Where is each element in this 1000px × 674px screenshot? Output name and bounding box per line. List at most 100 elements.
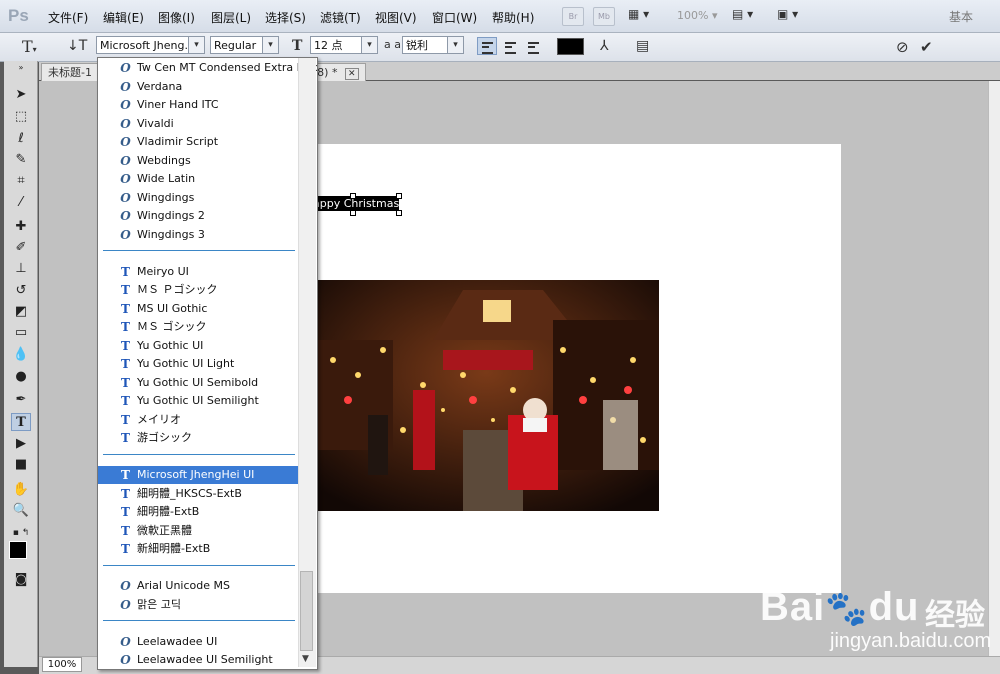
font-list-item[interactable]: T Yu Gothic UI Light: [98, 355, 299, 373]
font-list-item[interactable]: T Meiryo UI: [98, 263, 299, 281]
font-list-item[interactable]: T 新細明體-ExtB: [98, 540, 299, 558]
menu-help[interactable]: 帮助(H): [492, 9, 534, 26]
chevron-down-icon[interactable]: ▾: [361, 37, 377, 53]
menu-filter[interactable]: 滤镜(T): [320, 9, 361, 26]
font-list-item[interactable]: T ＭＳ ゴシック: [98, 318, 299, 336]
cancel-edit-icon[interactable]: ⊘: [896, 38, 909, 56]
menu-edit[interactable]: 编辑(E): [103, 9, 144, 26]
text-handle[interactable]: [350, 210, 356, 216]
clone-stamp-tool-icon[interactable]: ⊥: [11, 260, 31, 278]
eraser-tool-icon[interactable]: ◩: [11, 303, 31, 321]
font-list-item[interactable]: O Wingdings: [98, 189, 299, 207]
font-size-select[interactable]: 12 点 ▾: [310, 36, 378, 54]
zoom-field[interactable]: 100%: [42, 657, 82, 672]
font-list-item[interactable]: O Webdings: [98, 152, 299, 170]
chevron-down-icon[interactable]: ▾: [262, 37, 278, 53]
align-right-button[interactable]: [523, 37, 543, 55]
font-list-item[interactable]: O Verdana: [98, 78, 299, 96]
font-list-item[interactable]: T Yu Gothic UI: [98, 337, 299, 355]
font-list-item[interactable]: O Arial Unicode MS: [98, 577, 299, 595]
toggle-orientation-icon[interactable]: ↓T: [67, 38, 87, 54]
menu-view[interactable]: 视图(V): [375, 9, 417, 26]
align-left-button[interactable]: [477, 37, 497, 55]
font-style-select[interactable]: Regular ▾: [210, 36, 279, 54]
workspace-switcher[interactable]: 基本: [949, 8, 973, 25]
text-handle[interactable]: [396, 210, 402, 216]
font-list-item[interactable]: T 細明體-ExtB: [98, 503, 299, 521]
font-list-item[interactable]: O Wide Latin: [98, 170, 299, 188]
text-color-swatch[interactable]: [557, 38, 584, 55]
marquee-tool-icon[interactable]: ⬚: [11, 108, 31, 126]
font-list-item[interactable]: T Yu Gothic UI Semibold: [98, 374, 299, 392]
close-tab-icon[interactable]: ✕: [344, 68, 359, 80]
font-list-item[interactable]: O Wingdings 3: [98, 226, 299, 244]
font-list-item[interactable]: O Vivaldi: [98, 115, 299, 133]
font-list-item[interactable]: O 맑은 고딕: [98, 596, 299, 614]
font-list-item[interactable]: O Leelawadee UI: [98, 633, 299, 651]
text-handle[interactable]: [396, 193, 402, 199]
chevron-down-icon[interactable]: ▾: [188, 37, 204, 53]
menu-file[interactable]: 文件(F): [48, 9, 88, 26]
menu-layer[interactable]: 图层(L): [211, 9, 251, 26]
font-list-item[interactable]: T 游ゴシック: [98, 429, 299, 447]
antialias-select[interactable]: 锐利 ▾: [402, 36, 464, 54]
healing-brush-tool-icon[interactable]: ✚: [11, 218, 31, 236]
quick-select-tool-icon[interactable]: ✎: [11, 151, 31, 169]
extras-icon[interactable]: ▦ ▾: [628, 7, 658, 24]
font-name: Yu Gothic UI Semilight: [137, 394, 259, 407]
hand-tool-icon[interactable]: ✋: [11, 481, 31, 499]
font-family-dropdown[interactable]: O Tw Cen MT Condensed Extra Bold O Verdana O…: [97, 57, 318, 670]
zoom-level-menu[interactable]: 100% ▾: [677, 9, 717, 22]
history-brush-tool-icon[interactable]: ↺: [11, 282, 31, 300]
path-select-tool-icon[interactable]: ▶: [11, 435, 31, 453]
zoom-tool-icon[interactable]: 🔍: [11, 502, 31, 520]
warp-text-icon[interactable]: ⅄: [600, 38, 609, 54]
dodge-tool-icon[interactable]: ●: [11, 368, 31, 386]
font-list-item[interactable]: T 細明體_HKSCS-ExtB: [98, 485, 299, 503]
gradient-tool-icon[interactable]: ▭: [11, 324, 31, 342]
lasso-tool-icon[interactable]: ℓ: [11, 130, 31, 148]
font-list-item[interactable]: T Microsoft JhengHei UI: [98, 466, 299, 484]
font-family-select[interactable]: Microsoft Jheng... ▾: [96, 36, 205, 54]
panel-collapse-icon[interactable]: »: [11, 63, 31, 73]
font-list-item[interactable]: O Tw Cen MT Condensed Extra Bold: [98, 59, 317, 77]
canvas-scrollbar[interactable]: [988, 81, 1000, 656]
character-panel-icon[interactable]: ▤: [636, 38, 649, 54]
font-list-scroll-thumb[interactable]: [300, 571, 313, 651]
font-list-item[interactable]: O Vladimir Script: [98, 133, 299, 151]
blur-tool-icon[interactable]: 💧: [11, 346, 31, 364]
font-list-item[interactable]: O Wingdings 2: [98, 207, 299, 225]
move-tool-icon[interactable]: ➤: [11, 86, 31, 104]
menu-window[interactable]: 窗口(W): [432, 9, 477, 26]
font-list-item[interactable]: T 微軟正黑體: [98, 522, 299, 540]
minibridge-icon[interactable]: Mb: [593, 7, 615, 26]
text-tool-preset-icon[interactable]: T▾: [22, 37, 37, 56]
chevron-down-icon[interactable]: ▾: [447, 37, 463, 53]
swap-colors-icon[interactable]: ▪ ↰: [11, 524, 31, 542]
scroll-down-icon[interactable]: ▼: [302, 654, 309, 664]
brush-tool-icon[interactable]: ✐: [11, 239, 31, 257]
quick-mask-icon[interactable]: ◙: [11, 571, 31, 589]
menu-image[interactable]: 图像(I): [158, 9, 195, 26]
crop-tool-icon[interactable]: ⌗: [11, 172, 31, 190]
screen-mode-icon[interactable]: ▣ ▾: [777, 7, 798, 21]
commit-edit-icon[interactable]: ✔: [920, 38, 933, 56]
text-handle[interactable]: [350, 193, 356, 199]
opentype-icon: O: [120, 79, 131, 94]
type-tool-icon[interactable]: T: [11, 413, 31, 431]
arrange-documents-icon[interactable]: ▤ ▾: [732, 7, 753, 21]
align-center-button[interactable]: [500, 37, 520, 55]
pen-tool-icon[interactable]: ✒: [11, 391, 31, 409]
eyedropper-tool-icon[interactable]: ⁄: [11, 194, 31, 212]
shape-tool-icon[interactable]: ■: [11, 456, 31, 474]
font-list-item[interactable]: T MS UI Gothic: [98, 300, 299, 318]
font-list-item[interactable]: T Yu Gothic UI Semilight: [98, 392, 299, 410]
font-list-item[interactable]: T メイリオ: [98, 411, 299, 429]
bridge-icon[interactable]: Br: [562, 7, 584, 26]
font-list-item[interactable]: T ＭＳ Ｐゴシック: [98, 281, 299, 299]
text-layer-content[interactable]: appy Christmas: [313, 196, 399, 211]
font-list-item[interactable]: O Leelawadee UI Semilight: [98, 651, 299, 669]
menu-select[interactable]: 选择(S): [265, 9, 306, 26]
foreground-color-swatch[interactable]: [9, 541, 27, 559]
font-list-item[interactable]: O Viner Hand ITC: [98, 96, 299, 114]
